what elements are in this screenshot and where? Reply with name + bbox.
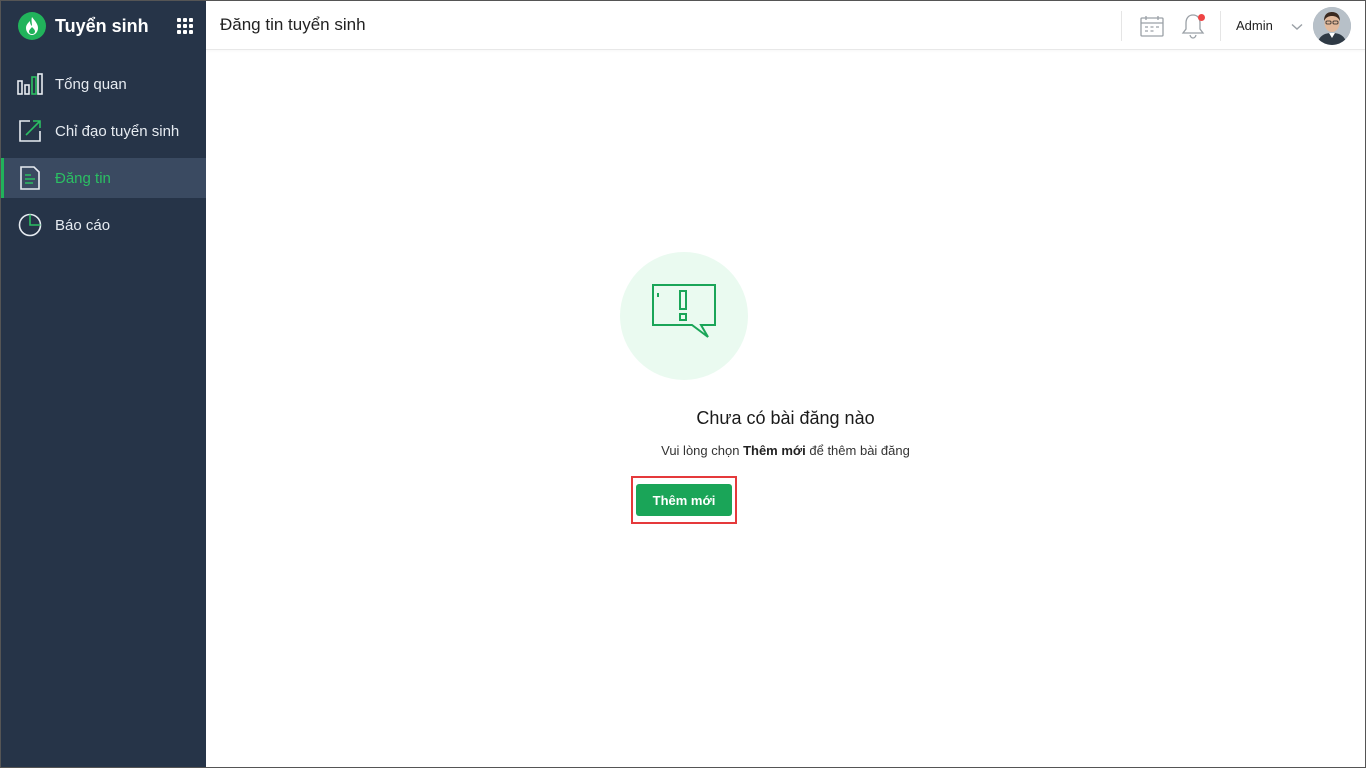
sidebar-item-label: Chỉ đạo tuyển sinh xyxy=(55,122,180,140)
sidebar: Tuyển sinh Tổng quan Chỉ đạo tuyển sinh … xyxy=(1,1,206,767)
hint-text: để thêm bài đăng xyxy=(805,443,910,458)
calendar-icon[interactable] xyxy=(1140,15,1164,42)
alert-message-icon xyxy=(650,283,718,350)
sidebar-item-bao-cao[interactable]: Báo cáo xyxy=(1,205,206,245)
add-new-button[interactable]: Thêm mới xyxy=(636,484,732,516)
chevron-down-icon[interactable] xyxy=(1291,18,1303,36)
sidebar-item-label: Đăng tin xyxy=(55,169,111,187)
flame-logo-icon xyxy=(18,12,46,40)
sidebar-item-dang-tin[interactable]: Đăng tin xyxy=(1,158,206,198)
hint-emphasis: Thêm mới xyxy=(743,443,806,458)
apps-grid-icon[interactable] xyxy=(177,18,193,34)
empty-state-hint: Vui lòng chọn Thêm mới để thêm bài đăng xyxy=(206,443,1365,458)
brand[interactable]: Tuyển sinh xyxy=(1,1,206,51)
sidebar-item-label: Tổng quan xyxy=(55,75,127,93)
top-header: Đăng tin tuyển sinh Admin xyxy=(206,1,1365,50)
main-content: Chưa có bài đăng nào Vui lòng chọn Thêm … xyxy=(206,51,1365,767)
edit-arrow-icon xyxy=(17,118,43,144)
sidebar-item-label: Báo cáo xyxy=(55,216,111,234)
empty-state-title: Chưa có bài đăng nào xyxy=(696,408,875,428)
page-title: Đăng tin tuyển sinh xyxy=(220,15,366,34)
sidebar-nav: Tổng quan Chỉ đạo tuyển sinh Đăng tin Bá… xyxy=(1,64,206,252)
header-divider xyxy=(1121,11,1122,41)
user-name[interactable]: Admin xyxy=(1236,18,1273,33)
app-window: Tuyển sinh Tổng quan Chỉ đạo tuyển sinh … xyxy=(0,0,1366,768)
hint-text: Vui lòng chọn xyxy=(661,443,744,458)
sidebar-item-tong-quan[interactable]: Tổng quan xyxy=(1,64,206,104)
bar-chart-icon xyxy=(17,71,43,97)
avatar[interactable] xyxy=(1313,7,1351,45)
sidebar-item-chi-dao[interactable]: Chỉ đạo tuyển sinh xyxy=(1,111,206,151)
pie-chart-icon xyxy=(17,212,43,238)
brand-title: Tuyển sinh xyxy=(55,15,149,36)
notification-dot xyxy=(1198,14,1205,21)
header-divider xyxy=(1220,11,1221,41)
document-icon xyxy=(17,165,43,191)
empty-state-illustration xyxy=(620,252,748,380)
